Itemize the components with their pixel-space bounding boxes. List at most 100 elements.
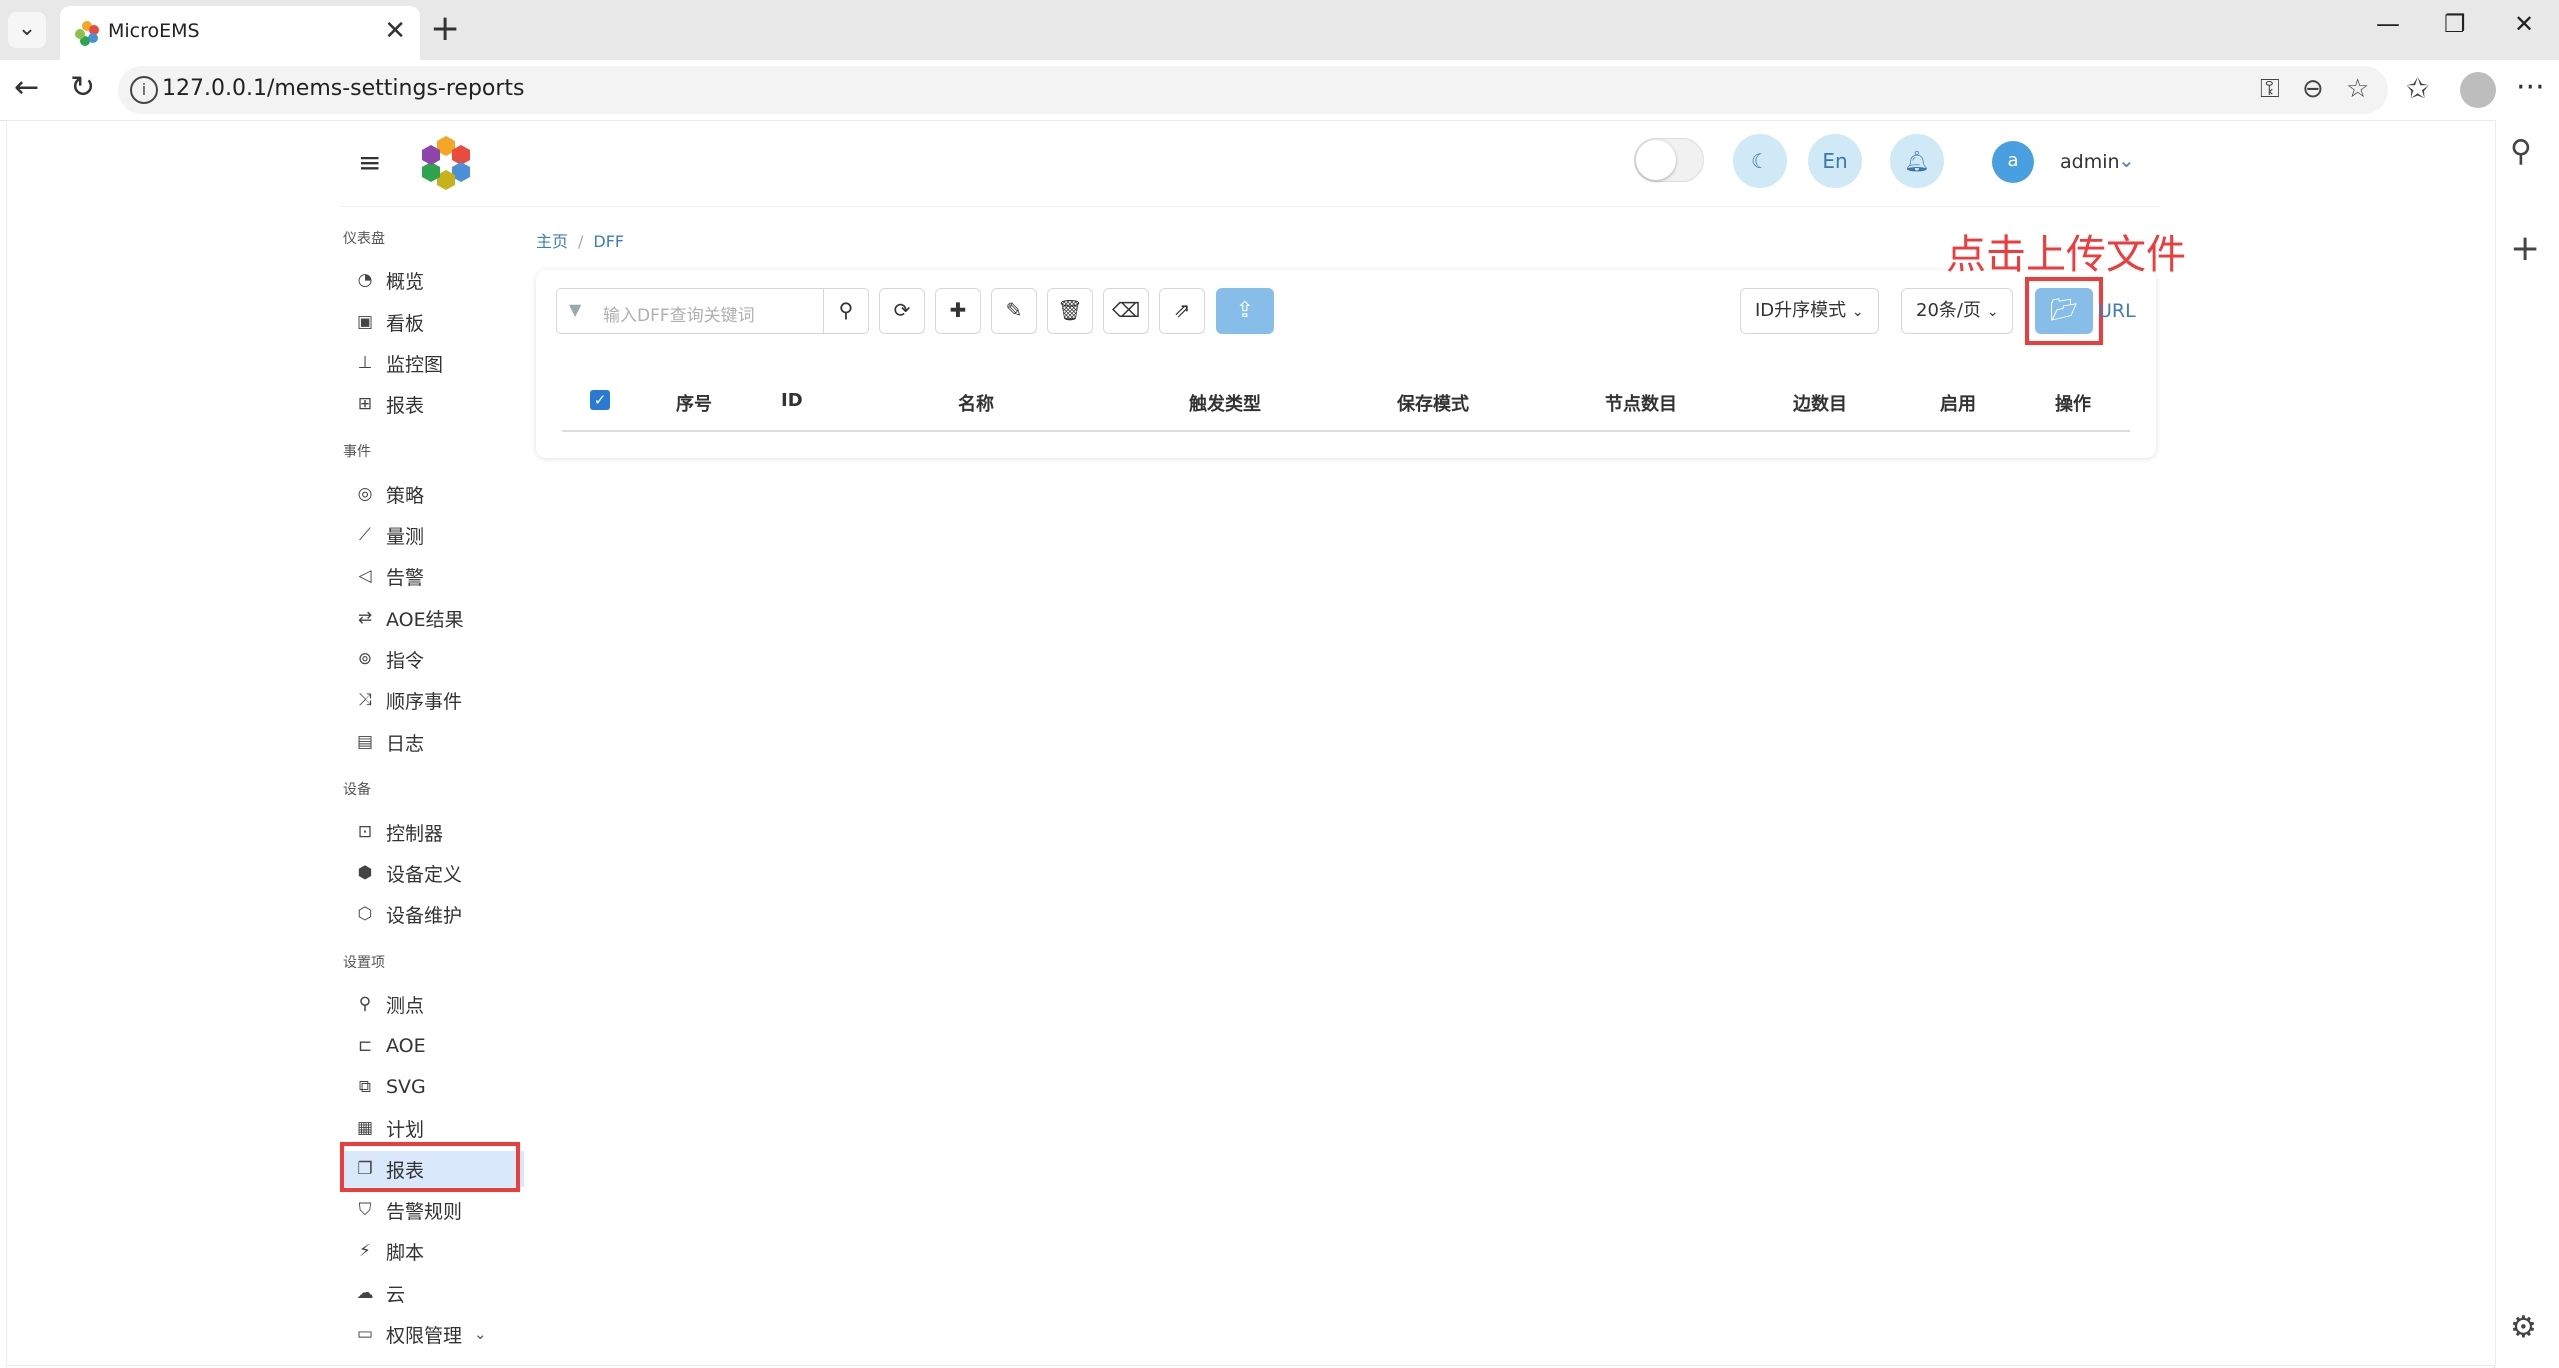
favorite-star-icon[interactable]: ☆ <box>2346 74 2369 104</box>
breadcrumb-home[interactable]: 主页 <box>536 232 568 251</box>
nav-item-overview[interactable]: ◔ 概览 <box>352 262 424 298</box>
column-header[interactable]: 边数目 <box>1793 390 1847 416</box>
add-button[interactable]: ✚ <box>935 288 981 334</box>
chevron-down-icon: ⌄ <box>474 1325 487 1343</box>
zoom-icon[interactable]: ⊖ <box>2302 74 2324 104</box>
breadcrumb-separator: / <box>578 232 584 251</box>
chevron-down-icon: ⌄ <box>1986 304 1999 320</box>
select-all-checkbox[interactable]: ✓ <box>590 390 610 410</box>
tab-title: MicroEMS <box>108 20 200 42</box>
add-icon[interactable]: + <box>2510 228 2540 269</box>
nav-item-svg[interactable]: ⧉ SVG <box>352 1069 426 1105</box>
reload-button[interactable]: ↻ <box>70 70 95 105</box>
nav-item-command[interactable]: ⊚ 指令 <box>352 641 424 677</box>
line-chart-icon: ⟋ <box>359 525 371 545</box>
notification-bell-icon[interactable]: 🔔︎ <box>1890 134 1944 188</box>
id-card-icon: ▭ <box>356 1324 374 1344</box>
settings-gear-icon[interactable]: ⚙ <box>2510 1310 2537 1345</box>
column-header[interactable]: 保存模式 <box>1397 390 1469 416</box>
page-size-select[interactable]: 20条/页 ⌄ <box>1901 288 2014 334</box>
sitemap-icon: ⊥ <box>357 353 373 373</box>
nav-group-title: 事件 <box>343 444 371 460</box>
theme-toggle-switch[interactable] <box>1634 138 1704 182</box>
profile-avatar[interactable] <box>2460 72 2496 108</box>
folder-highlight-box <box>2025 277 2103 345</box>
target-icon: ◎ <box>357 484 373 504</box>
back-button[interactable]: ← <box>14 70 39 105</box>
calendar-check-icon: ▦ <box>356 1118 374 1138</box>
language-button[interactable]: En <box>1808 134 1862 188</box>
podcast-icon: ⊚ <box>357 649 373 669</box>
browser-tab[interactable]: MicroEMS ✕ <box>60 6 420 60</box>
user-name[interactable]: admin <box>2060 151 2120 173</box>
nav-item-alarm-rules[interactable]: ⛉ 告警规则 <box>352 1192 462 1228</box>
dashboard-gauge-icon: ◔ <box>357 270 373 290</box>
cube-icon: ⬢ <box>357 863 373 883</box>
column-header[interactable]: ID <box>781 390 803 411</box>
browser-side-panel <box>2494 120 2559 1368</box>
tab-close-icon[interactable]: ✕ <box>384 16 406 46</box>
nav-item-plan[interactable]: ▦ 计划 <box>352 1110 424 1146</box>
site-info-icon[interactable]: i <box>130 76 158 104</box>
nav-item-device-definition[interactable]: ⬢ 设备定义 <box>352 855 462 891</box>
book-icon: ▤ <box>356 732 374 752</box>
nav-item-measurement[interactable]: ⟋ 量测 <box>352 517 424 553</box>
external-link-button[interactable]: ⇗ <box>1159 288 1205 334</box>
cubes-icon: ⬡ <box>357 904 373 924</box>
nav-item-strategy[interactable]: ◎ 策略 <box>352 476 424 512</box>
column-header[interactable]: 操作 <box>2055 390 2091 416</box>
nav-item-sequence-events[interactable]: ⤨ 顺序事件 <box>352 682 462 718</box>
column-header[interactable]: 启用 <box>1940 390 1976 416</box>
nav-item-permissions[interactable]: ▭ 权限管理 ⌄ <box>352 1316 487 1352</box>
controller-icon: ⊡ <box>357 822 373 842</box>
column-header[interactable]: 触发类型 <box>1189 390 1261 416</box>
nav-item-controller[interactable]: ⊡ 控制器 <box>352 814 443 850</box>
random-shuffle-icon: ⤨ <box>358 690 372 710</box>
search-input[interactable]: ▼ 输入DFF查询关键词 <box>556 288 824 334</box>
tab-list-button[interactable]: ⌄ <box>8 12 46 48</box>
address-bar[interactable]: i 127.0.0.1/mems-settings-reports ⚿ ⊖ ☆ <box>118 66 2388 114</box>
favorites-icon[interactable]: ✩ <box>2406 72 2429 105</box>
new-tab-button[interactable]: + <box>430 8 460 49</box>
column-header[interactable]: 序号 <box>676 390 712 416</box>
address-url[interactable]: 127.0.0.1/mems-settings-reports <box>162 76 525 101</box>
table-header-divider <box>562 430 2130 432</box>
nav-item-log[interactable]: ▤ 日志 <box>352 724 424 760</box>
nav-item-cloud[interactable]: ☁ 云 <box>352 1275 406 1311</box>
column-header[interactable]: 名称 <box>958 390 994 416</box>
nav-item-alarm[interactable]: ◁ 告警 <box>352 558 424 594</box>
edit-button[interactable]: ✎ <box>991 288 1037 334</box>
search-icon[interactable]: ⚲ <box>2510 134 2532 169</box>
nav-item-monitor-diagram[interactable]: ⊥ 监控图 <box>352 345 443 381</box>
upload-button[interactable]: ⇪ <box>1216 288 1274 334</box>
dark-mode-moon-icon[interactable]: ☾ <box>1733 134 1787 188</box>
column-header[interactable]: 节点数目 <box>1605 390 1677 416</box>
user-avatar[interactable]: a <box>1992 141 2034 183</box>
minimize-button[interactable]: — <box>2376 10 2400 38</box>
nav-item-points[interactable]: ⚲ 测点 <box>352 986 424 1022</box>
restore-button[interactable]: ❐ <box>2444 10 2466 38</box>
password-key-icon[interactable]: ⚿ <box>2260 74 2280 105</box>
nav-item-dashboard-reports[interactable]: ⊞ 报表 <box>352 386 424 422</box>
cloud-icon: ☁ <box>356 1283 374 1303</box>
chevron-down-icon: ⌄ <box>1851 304 1864 320</box>
more-menu-icon[interactable]: ··· <box>2516 70 2545 105</box>
nav-item-board[interactable]: ▣ 看板 <box>352 304 424 340</box>
microems-favicon-icon <box>75 21 99 46</box>
window-close-button[interactable]: ✕ <box>2514 10 2534 38</box>
url-link[interactable]: URL <box>2098 300 2136 322</box>
search-button[interactable]: ⚲ <box>823 288 869 334</box>
plug-icon: ⚡ <box>359 1241 371 1261</box>
shield-icon: ⛉ <box>358 1200 372 1220</box>
nav-item-aoe-result[interactable]: ⇄ AOE结果 <box>352 600 464 636</box>
hamburger-menu-icon[interactable]: ≡ <box>358 146 381 179</box>
nav-item-device-maintenance[interactable]: ⬡ 设备维护 <box>352 896 462 932</box>
nav-item-script[interactable]: ⚡ 脚本 <box>352 1233 424 1269</box>
nav-item-aoe[interactable]: ⊏ AOE <box>352 1028 426 1064</box>
chevron-down-icon[interactable]: ⌄ <box>2118 148 2135 172</box>
board-icon: ▣ <box>356 312 374 332</box>
refresh-button[interactable]: ⟳ <box>879 288 925 334</box>
sort-mode-select[interactable]: ID升序模式 ⌄ <box>1740 288 1879 334</box>
eraser-button[interactable]: ⌫ <box>1103 288 1149 334</box>
delete-trash-button[interactable]: 🗑︎ <box>1047 288 1093 334</box>
